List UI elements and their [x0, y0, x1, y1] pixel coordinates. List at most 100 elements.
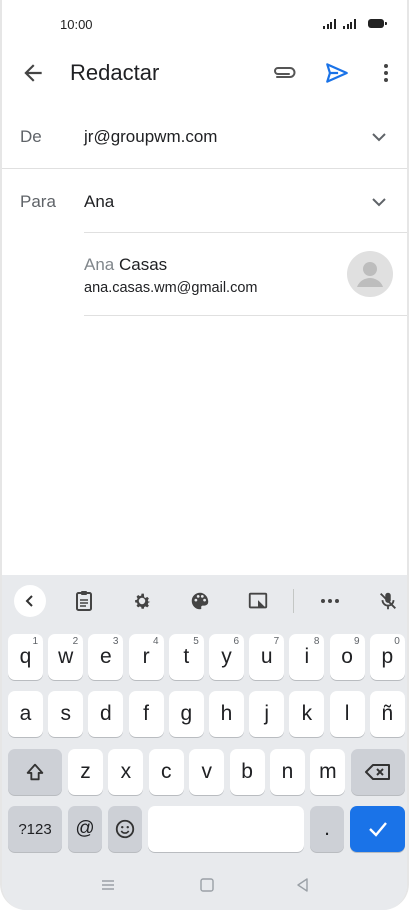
- key-t-hint: 5: [193, 636, 199, 647]
- key-x-label: x: [120, 760, 132, 783]
- to-row[interactable]: Para Ana: [2, 170, 407, 234]
- divider: [84, 315, 407, 316]
- key-k[interactable]: k: [289, 691, 325, 737]
- key-d[interactable]: d: [88, 691, 124, 737]
- key-f-label: f: [143, 702, 150, 725]
- more-vert-icon[interactable]: [374, 61, 398, 85]
- emoji-key[interactable]: [108, 806, 142, 852]
- key-r-hint: 4: [153, 636, 159, 647]
- at-key[interactable]: @: [68, 806, 102, 852]
- key-k-label: k: [301, 702, 313, 725]
- chevron-down-icon[interactable]: [368, 194, 390, 210]
- key-i-label: i: [304, 645, 310, 668]
- key-ñ-label: ñ: [381, 702, 394, 725]
- shift-key[interactable]: [8, 749, 62, 795]
- key-p-hint: 0: [394, 636, 400, 647]
- key-u[interactable]: u7: [249, 634, 285, 680]
- key-r[interactable]: r4: [128, 634, 164, 680]
- keyboard-toolbar: [2, 575, 407, 627]
- key-n[interactable]: n: [270, 749, 305, 795]
- key-y-label: y: [221, 645, 232, 668]
- key-g[interactable]: g: [168, 691, 204, 737]
- key-v-label: v: [201, 760, 212, 783]
- key-a[interactable]: a: [8, 691, 43, 737]
- space-key[interactable]: [148, 806, 304, 852]
- back-arrow-icon[interactable]: [20, 60, 46, 86]
- period-key[interactable]: .: [310, 806, 344, 852]
- key-v[interactable]: v: [189, 749, 225, 795]
- key-ñ[interactable]: ñ: [369, 691, 405, 737]
- person-icon: [357, 262, 383, 287]
- key-y[interactable]: y6: [209, 634, 244, 680]
- key-i-hint: 8: [313, 636, 320, 647]
- key-w-hint: 2: [72, 636, 79, 647]
- key-z-label: z: [80, 760, 91, 783]
- navigation-bar: [2, 862, 407, 910]
- divider: [2, 168, 407, 169]
- key-x[interactable]: x: [108, 749, 144, 795]
- key-a-label: a: [19, 702, 32, 725]
- to-input[interactable]: Ana: [84, 192, 114, 212]
- enter-key[interactable]: [350, 806, 405, 852]
- toolbar-separator: [293, 589, 294, 613]
- emoji-icon: [115, 819, 135, 839]
- key-l[interactable]: l: [329, 691, 365, 737]
- key-i[interactable]: i8: [289, 634, 325, 680]
- home-icon[interactable]: [199, 877, 215, 893]
- phone-screen: 10:00 Redactar De jr@groupwm.com Para An…: [0, 0, 409, 910]
- avatar: [347, 251, 393, 297]
- key-h[interactable]: h: [209, 691, 244, 737]
- key-q-label: q: [19, 645, 32, 668]
- key-q-hint: 1: [32, 636, 38, 647]
- gear-icon[interactable]: [128, 587, 156, 615]
- contact-email: ana.casas.wm@gmail.com: [84, 280, 258, 296]
- keyboard: q1w2e3r4t5y6u7i8o9p0 asdfghjklñ zxcvbnm …: [2, 575, 407, 910]
- key-p-label: p: [381, 645, 394, 668]
- key-o-label: o: [341, 645, 353, 668]
- from-row[interactable]: De jr@groupwm.com: [2, 105, 407, 169]
- contact-suggestion[interactable]: Ana Casas ana.casas.wm@gmail.com: [84, 240, 407, 316]
- check-icon: [368, 822, 387, 837]
- key-t[interactable]: t5: [168, 634, 204, 680]
- symbols-key[interactable]: ?123: [8, 806, 62, 852]
- floating-keyboard-icon[interactable]: [244, 587, 272, 615]
- key-w-label: w: [58, 645, 74, 668]
- key-b-label: b: [241, 760, 253, 783]
- chevron-down-icon[interactable]: [368, 129, 390, 145]
- signal-icon: [323, 19, 336, 29]
- key-g-label: g: [180, 702, 193, 725]
- key-n-label: n: [281, 760, 294, 783]
- key-b[interactable]: b: [229, 749, 265, 795]
- key-o[interactable]: o9: [329, 634, 365, 680]
- key-s[interactable]: s: [48, 691, 84, 737]
- key-m-label: m: [319, 760, 337, 783]
- recents-icon[interactable]: [100, 877, 116, 893]
- key-c[interactable]: c: [148, 749, 184, 795]
- key-s-label: s: [60, 702, 71, 725]
- key-w[interactable]: w2: [48, 634, 84, 680]
- shift-icon: [26, 763, 44, 781]
- key-u-hint: 7: [273, 636, 280, 647]
- key-q[interactable]: q1: [8, 634, 43, 680]
- key-m[interactable]: m: [310, 749, 346, 795]
- send-icon[interactable]: [324, 60, 350, 86]
- key-j[interactable]: j: [249, 691, 285, 737]
- mic-off-icon[interactable]: [374, 587, 402, 615]
- chevron-left-icon[interactable]: [14, 585, 46, 617]
- palette-icon[interactable]: [186, 587, 214, 615]
- key-u-label: u: [260, 645, 273, 668]
- paperclip-icon[interactable]: [270, 62, 298, 84]
- key-z[interactable]: z: [68, 749, 103, 795]
- key-o-hint: 9: [354, 636, 360, 647]
- battery-icon: [368, 19, 387, 28]
- key-f[interactable]: f: [128, 691, 164, 737]
- key-p[interactable]: p0: [369, 634, 405, 680]
- key-d-label: d: [100, 702, 112, 725]
- more-horiz-icon[interactable]: [316, 587, 344, 615]
- back-icon[interactable]: [295, 877, 311, 893]
- status-bar: 10:00: [2, 0, 407, 50]
- clipboard-icon[interactable]: [70, 587, 98, 615]
- backspace-key[interactable]: [351, 749, 405, 795]
- from-value[interactable]: jr@groupwm.com: [84, 127, 217, 147]
- key-e[interactable]: e3: [88, 634, 124, 680]
